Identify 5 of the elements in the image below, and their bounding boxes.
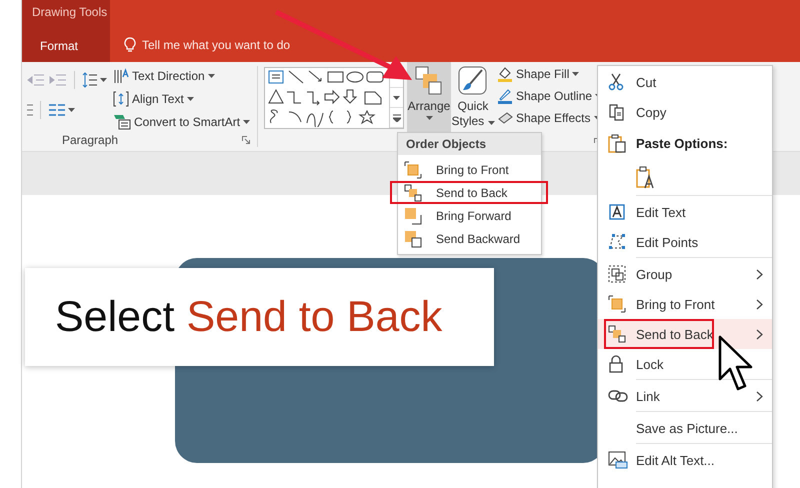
menu-heading: Order Objects xyxy=(398,133,541,155)
context-label: Drawing Tools xyxy=(32,5,108,19)
paste-options-label: Paste Options: xyxy=(636,136,728,150)
group-label: Paragraph xyxy=(62,133,118,147)
callout-text: Select Send to Back xyxy=(55,292,442,342)
